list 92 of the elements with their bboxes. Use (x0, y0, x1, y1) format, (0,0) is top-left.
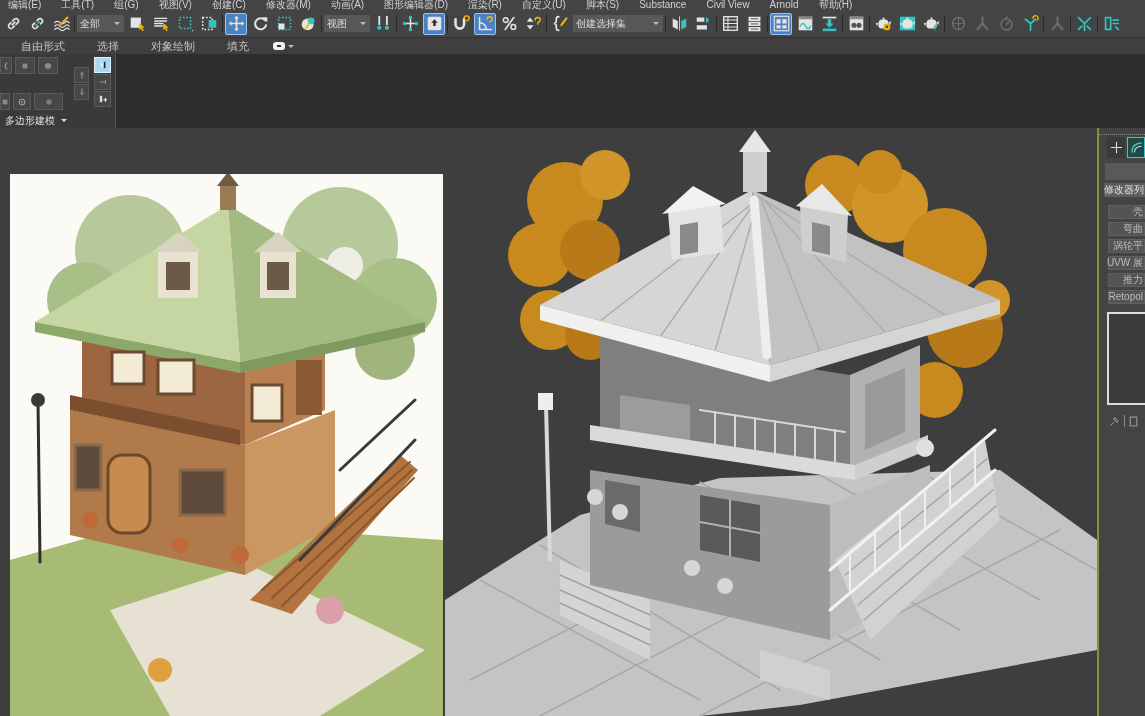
arc-icon (2, 61, 10, 70)
menu-item[interactable]: 创建(C) (211, 0, 246, 10)
toolbar-button[interactable] (225, 12, 247, 35)
menu-item[interactable]: 自定义(U) (521, 0, 566, 10)
display-toggle-button[interactable] (273, 40, 294, 52)
teapot-icon (922, 15, 940, 32)
plus-icon (1109, 141, 1123, 154)
pins-icon (374, 15, 392, 32)
menu-item[interactable]: 图形编辑器(D) (384, 0, 449, 10)
menu-item[interactable]: 视图(V) (158, 0, 192, 10)
ribbon-tab[interactable]: 自由形式 (11, 37, 75, 55)
menu-item[interactable]: 脚本(S) (585, 0, 620, 10)
table-icon (721, 15, 739, 32)
frame-icon (1129, 415, 1138, 427)
menu-item[interactable]: 帮助(H) (818, 0, 853, 10)
toolbar-button[interactable] (770, 12, 792, 35)
spinner-snap-icon (524, 15, 542, 32)
magnet-icon (452, 15, 470, 32)
circle-icon (44, 97, 53, 106)
modifier-button[interactable]: 推力 (1108, 273, 1145, 287)
selection-set-dropdown[interactable]: 创建选择集 (573, 15, 663, 32)
caret-icon (114, 22, 120, 25)
selection-filter-dropdown[interactable]: 全部 (77, 15, 124, 32)
ribbon-button[interactable] (94, 91, 111, 107)
dash-icon (98, 78, 107, 86)
panel-title-button[interactable]: 多边形建模 (0, 113, 67, 128)
teapot-gear-icon (874, 15, 892, 32)
ribbon-tab[interactable]: 填充 (217, 37, 259, 55)
pin-icon (1109, 415, 1120, 427)
crosshair-icon (401, 15, 419, 32)
branch-icon (1075, 15, 1093, 32)
teapot-window-icon (898, 15, 916, 32)
menu-item[interactable]: 组(G) (114, 0, 139, 10)
ribbon-tab[interactable]: 对象绘制 (141, 37, 205, 55)
menu-item[interactable]: Substance (639, 0, 687, 10)
up-arrow-icon (77, 71, 86, 79)
ribbon-button[interactable] (13, 93, 31, 110)
cube-icon (44, 61, 52, 70)
modifier-button[interactable]: 弯曲 (1108, 222, 1145, 236)
caret-icon (653, 22, 659, 25)
toolbar-button[interactable] (423, 12, 445, 35)
modifier-button[interactable]: UVW 展 (1108, 256, 1145, 270)
menu-item[interactable]: Civil View (706, 0, 750, 10)
caret-icon (288, 44, 294, 48)
scale-icon (275, 15, 293, 32)
window-crossing-icon (200, 15, 218, 32)
modifier-stack-list[interactable] (1107, 312, 1145, 405)
wave-lines-icon (52, 15, 70, 32)
modifier-list-dropdown[interactable]: 修改器列 (1104, 183, 1145, 197)
curve-window-icon (796, 15, 814, 32)
modifier-button[interactable]: 壳 (1108, 205, 1145, 219)
coordinate-system-dropdown[interactable]: 视图 (324, 15, 370, 32)
caret-icon (61, 119, 67, 122)
select-cursor-icon (128, 15, 146, 32)
down-arrow-icon (77, 88, 86, 96)
menu-item[interactable]: 工具(T) (61, 0, 95, 10)
caret-icon (360, 22, 366, 25)
mirror-icon (670, 15, 688, 32)
angle-snap-icon (476, 15, 494, 32)
ribbon-button[interactable] (0, 57, 12, 74)
dashed-rectangle-icon (176, 15, 194, 32)
material-window-icon (847, 15, 865, 32)
command-tab[interactable] (1107, 137, 1125, 158)
brace-pencil-icon (551, 15, 569, 32)
menu-item[interactable]: 修改器(M) (265, 0, 311, 10)
panel-arrow-icon (1102, 15, 1120, 32)
percent-icon (500, 15, 518, 32)
sphere-pointer-icon (299, 15, 317, 32)
arc-curve-icon (1129, 141, 1143, 154)
menu-item[interactable]: Arnold (769, 0, 799, 10)
rotate-icon (251, 15, 269, 32)
sphere-grid-icon (949, 15, 967, 32)
command-tab[interactable] (1127, 137, 1145, 158)
tray-arrow-icon (820, 15, 838, 32)
dial-icon (997, 15, 1015, 32)
modifier-button[interactable]: 涡轮平 (1108, 239, 1145, 253)
ribbon-tab[interactable]: 选择 (87, 37, 129, 55)
tripod-icon (973, 15, 991, 32)
panel-layout-icon (772, 15, 790, 32)
tripod-icon (1048, 15, 1066, 32)
ring-icon (18, 97, 26, 106)
menu-item[interactable]: 渲染(R) (468, 0, 502, 10)
menu-item[interactable]: 动画(A) (330, 0, 365, 10)
modifier-button[interactable]: Retopol (1108, 290, 1145, 304)
align-icon (694, 15, 712, 32)
pill-icon (273, 42, 285, 50)
bar-icon (98, 61, 107, 69)
toolbar-button[interactable] (474, 12, 496, 35)
plus-bar-icon (98, 95, 107, 103)
menu-item[interactable]: 编辑(E) (8, 0, 42, 10)
move-arrows-icon (227, 15, 245, 32)
list-cursor-icon (152, 15, 170, 32)
